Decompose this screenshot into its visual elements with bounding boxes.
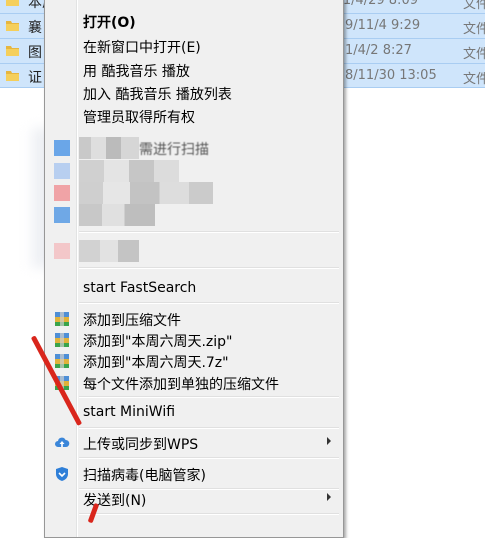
blurred-icon <box>54 207 70 223</box>
file-type: 文件 <box>463 72 485 87</box>
pixelation <box>79 182 213 204</box>
menu-separator <box>79 513 339 515</box>
menu-item-play-kuwo[interactable]: 用 酷我音乐 播放 <box>47 59 339 81</box>
pixelation <box>79 137 139 159</box>
menu-item-add-each-archive[interactable]: 每个文件添加到单独的压缩文件 <box>47 372 339 394</box>
blurred-icon <box>54 140 70 156</box>
blurred-icon <box>54 163 70 179</box>
file-date: 1/4/2 8:27 <box>345 43 412 58</box>
folder-icon <box>6 46 19 56</box>
context-menu: 打开(O) 在新窗口中打开(E) 用 酷我音乐 播放 加入 酷我音乐 播放列表 … <box>44 0 344 538</box>
file-date: 9/11/4 9:29 <box>345 18 421 33</box>
blurred-icon <box>54 243 70 259</box>
menu-item-blurred[interactable] <box>47 160 339 182</box>
file-type: 文件 <box>463 0 485 12</box>
submenu-arrow-icon <box>327 493 331 501</box>
file-name: 证 <box>28 70 42 86</box>
menu-item-add-to-7z[interactable]: 添加到"本周六周天.7z" <box>47 350 339 372</box>
winrar-archive-icon <box>55 312 69 326</box>
menu-item-add-to-archive[interactable]: 添加到压缩文件 <box>47 308 339 330</box>
menu-item-label: 管理员取得所有权 <box>83 110 195 126</box>
menu-item-label: 添加到压缩文件 <box>83 313 181 329</box>
menu-item-admin-ownership[interactable]: 管理员取得所有权 <box>47 105 339 127</box>
menu-item-label: 扫描病毒(电脑管家) <box>83 468 206 484</box>
menu-item-label: 上传或同步到WPS <box>83 437 199 453</box>
menu-item-add-kuwo-playlist[interactable]: 加入 酷我音乐 播放列表 <box>47 82 339 104</box>
menu-item-label: 需进行扫描 <box>139 142 209 158</box>
menu-item-label: start FastSearch <box>83 280 197 296</box>
menu-item-label: 用 酷我音乐 播放 <box>83 64 190 80</box>
cloud-upload-icon <box>55 437 70 447</box>
folder-icon <box>6 71 19 81</box>
menu-item-open-new-window[interactable]: 在新窗口中打开(E) <box>47 35 339 57</box>
menu-separator <box>79 396 339 398</box>
menu-item-upload-wps[interactable]: 上传或同步到WPS <box>47 432 339 454</box>
menu-item-label: 加入 酷我音乐 播放列表 <box>83 87 232 103</box>
menu-item-label: 打开(O) <box>83 15 136 31</box>
winrar-archive-icon <box>55 333 69 347</box>
menu-item-start-fastsearch[interactable]: start FastSearch <box>47 278 339 300</box>
menu-separator <box>79 231 339 233</box>
menu-item-open[interactable]: 打开(O) <box>47 10 339 32</box>
menu-separator <box>79 427 339 429</box>
menu-item-blurred[interactable] <box>47 182 339 204</box>
submenu-arrow-icon <box>327 437 331 445</box>
file-date: 8/11/30 13:05 <box>345 68 437 83</box>
menu-item-blurred-scan[interactable]: 需进行扫描 <box>47 137 339 159</box>
pixelation <box>79 204 155 226</box>
menu-item-label: 添加到"本周六周天.zip" <box>83 334 233 350</box>
folder-icon <box>6 21 19 31</box>
menu-separator <box>79 457 339 459</box>
menu-separator <box>79 267 339 269</box>
blurred-icon <box>54 185 70 201</box>
pixelation <box>79 240 139 262</box>
menu-item-start-miniwifi[interactable]: start MiniWifi <box>47 402 339 424</box>
menu-item-label: 在新窗口中打开(E) <box>83 40 201 56</box>
menu-item-label: 每个文件添加到单独的压缩文件 <box>83 377 279 393</box>
menu-item-label: start MiniWifi <box>83 404 176 420</box>
folder-icon <box>6 0 19 6</box>
file-type: 文件 <box>463 22 485 37</box>
menu-item-blurred[interactable] <box>47 204 339 226</box>
file-name: 图 <box>28 45 42 61</box>
file-type: 文件 <box>463 47 485 62</box>
menu-item-send-to[interactable]: 发送到(N) <box>47 488 339 510</box>
menu-separator <box>79 302 339 304</box>
menu-item-scan-virus[interactable]: 扫描病毒(电脑管家) <box>47 463 339 485</box>
menu-item-add-to-zip[interactable]: 添加到"本周六周天.zip" <box>47 329 339 351</box>
winrar-archive-icon <box>55 354 69 368</box>
shield-icon <box>56 467 68 481</box>
menu-item-blurred[interactable] <box>47 240 339 262</box>
file-name: 襄 <box>28 20 42 36</box>
menu-item-label: 添加到"本周六周天.7z" <box>83 355 229 371</box>
pixelation <box>79 160 179 182</box>
